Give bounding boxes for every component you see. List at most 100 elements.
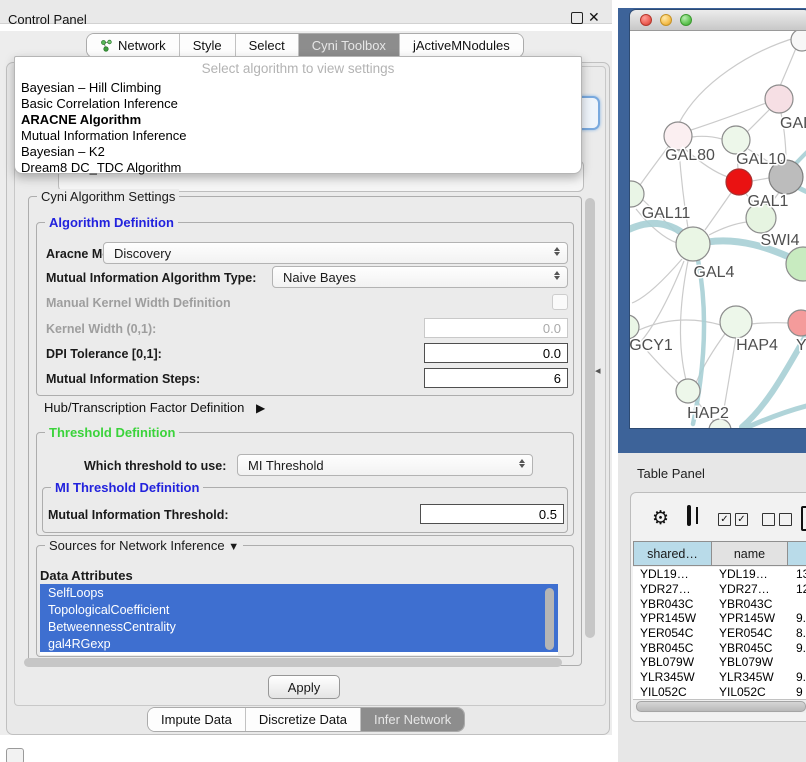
mi-type-combo[interactable]: Naive Bayes <box>272 266 568 288</box>
network-window-titlebar[interactable] <box>630 10 806 31</box>
node-green-clipped[interactable] <box>786 247 806 281</box>
table-hscrollbar-thumb[interactable] <box>636 701 806 712</box>
gear-icon[interactable]: ⚙ <box>652 509 669 528</box>
node-gal4[interactable] <box>676 227 710 261</box>
tab-discretize-data[interactable]: Discretize Data <box>246 708 361 731</box>
aracne-mode-combo[interactable]: Discovery <box>103 242 568 264</box>
settings-hscrollbar[interactable] <box>24 658 562 667</box>
minimize-traffic-light-icon[interactable] <box>660 14 672 26</box>
kernel-width-field[interactable]: 0.0 <box>424 318 568 338</box>
menu-item[interactable]: Basic Correlation Inference <box>21 95 575 111</box>
node-gal10[interactable] <box>722 126 750 154</box>
kernel-width-label: Kernel Width (0,1): <box>46 322 156 336</box>
menu-item[interactable]: Dream8 DC_TDC Algorithm <box>21 159 575 175</box>
dpi-tolerance-value: 0.0 <box>543 346 561 361</box>
settings-vscrollbar[interactable] <box>585 198 595 638</box>
bottom-tabbar: Impute Data Discretize Data Infer Networ… <box>147 707 465 732</box>
network-icon <box>100 39 113 52</box>
mi-steps-value: 6 <box>554 371 561 386</box>
control-panel-title: Control Panel <box>8 12 87 27</box>
node-hap2[interactable] <box>676 379 700 403</box>
table-body: YDL19… YDL19… 13 YDR27… YDR27… 12 YBR043… <box>633 567 806 699</box>
manual-kernel-checkbox[interactable] <box>552 294 568 310</box>
table-row[interactable]: YPR145W YPR145W 9. <box>633 611 806 626</box>
item-bayesian-hill-climbing: Bayesian – Hill Climbing <box>21 80 161 95</box>
node-gal-clipped[interactable] <box>765 85 793 113</box>
node-label: GAL <box>780 115 806 132</box>
node-gal1[interactable] <box>726 169 752 195</box>
table-hscrollbar-track[interactable] <box>633 699 806 713</box>
tab-style[interactable]: Style <box>180 34 236 57</box>
algorithm-dropdown: Select algorithm to view settings Bayesi… <box>14 56 582 174</box>
checked-checkbox-icon[interactable]: ✓ <box>718 513 731 526</box>
node[interactable] <box>791 31 806 51</box>
tab-jactivemnodules-label: jActiveMNodules <box>413 38 510 53</box>
menu-item[interactable]: Bayesian – K2 <box>21 143 575 159</box>
table-row[interactable]: YBL079W YBL079W <box>633 655 806 670</box>
column-header-shared[interactable]: shared… <box>633 541 712 566</box>
node-label: GAL1 <box>748 193 789 210</box>
mi-steps-field[interactable]: 6 <box>424 368 568 388</box>
mi-threshold-value: 0.5 <box>539 507 557 522</box>
node-group <box>630 31 806 428</box>
tab-cyni-toolbox[interactable]: Cyni Toolbox <box>299 34 400 57</box>
column-header-name[interactable]: name <box>711 541 788 566</box>
cell: 9. <box>788 611 806 625</box>
tab-jactivemnodules[interactable]: jActiveMNodules <box>400 34 523 57</box>
node-salmon[interactable] <box>788 310 806 336</box>
float-window-icon[interactable] <box>571 12 583 24</box>
cell: YER054C <box>633 626 712 640</box>
column-header-clipped[interactable] <box>787 541 806 566</box>
which-threshold-combo[interactable]: MI Threshold <box>237 454 533 476</box>
node-hap4[interactable] <box>720 306 752 338</box>
node-gal80[interactable] <box>664 122 692 150</box>
menu-item[interactable]: ARACNE Algorithm <box>21 111 575 127</box>
close-traffic-light-icon[interactable] <box>640 14 652 26</box>
dpi-tolerance-field[interactable]: 0.0 <box>424 343 568 363</box>
unchecked-checkbox-icon[interactable] <box>779 513 792 526</box>
list-item[interactable]: SelfLoops <box>40 584 558 601</box>
table-row[interactable]: YBR045C YBR045C 9. <box>633 640 806 655</box>
tab-network[interactable]: Network <box>87 34 180 57</box>
divider-arrow-icon[interactable]: ◂ <box>595 364 601 377</box>
cell: 12 <box>788 582 806 596</box>
node-gcy1[interactable] <box>630 315 639 339</box>
cell: YDR27… <box>633 582 712 596</box>
list-item[interactable]: gal4RGexp <box>40 635 558 652</box>
tab-impute-data[interactable]: Impute Data <box>148 708 246 731</box>
node-gal11[interactable] <box>630 181 644 207</box>
sources-group-title[interactable]: Sources for Network Inference ▼ <box>45 538 243 553</box>
zoom-traffic-light-icon[interactable] <box>680 14 692 26</box>
apply-button[interactable]: Apply <box>268 675 340 699</box>
split-columns-icon[interactable] <box>687 505 691 526</box>
tab-infer-network[interactable]: Infer Network <box>361 708 464 731</box>
table-row[interactable]: YDR27… YDR27… 12 <box>633 582 806 597</box>
document-icon[interactable] <box>801 506 806 531</box>
sources-title-label: Sources for Network Inference <box>49 538 225 553</box>
cell: 13 <box>788 567 806 581</box>
table-panel-title: Table Panel <box>637 466 705 481</box>
spinner-arrows-icon <box>554 271 560 280</box>
list-item[interactable]: BetweennessCentrality <box>40 618 558 635</box>
list-vscrollbar[interactable] <box>545 588 554 650</box>
unchecked-checkbox-icon[interactable] <box>762 513 775 526</box>
checked-checkbox-icon[interactable]: ✓ <box>735 513 748 526</box>
table-row[interactable]: YLR345W YLR345W 9. <box>633 670 806 685</box>
mi-threshold-field[interactable]: 0.5 <box>420 504 564 524</box>
close-icon[interactable]: ✕ <box>588 10 600 24</box>
table-row[interactable]: YIL052C YIL052C 9 <box>633 685 806 700</box>
table-row[interactable]: YER054C YER054C 8. <box>633 626 806 641</box>
hub-definition-toggle[interactable]: Hub/Transcription Factor Definition ▶ <box>44 400 265 415</box>
mi-type-label: Mutual Information Algorithm Type: <box>46 271 256 285</box>
cell: YDL19… <box>633 567 712 581</box>
menu-item[interactable]: Bayesian – Hill Climbing <box>21 79 575 95</box>
table-row[interactable]: YDL19… YDL19… 13 <box>633 567 806 582</box>
which-threshold-value: MI Threshold <box>248 458 324 473</box>
apply-button-label: Apply <box>288 680 321 695</box>
network-canvas[interactable]: GAL GAL80 GAL10 GAL1 GAL11 SWI4 GAL4 GCY… <box>630 31 806 428</box>
tab-select[interactable]: Select <box>236 34 299 57</box>
list-item[interactable]: TopologicalCoefficient <box>40 601 558 618</box>
menu-item[interactable]: Mutual Information Inference <box>21 127 575 143</box>
minimized-panel-icon[interactable] <box>6 748 24 762</box>
table-row[interactable]: YBR043C YBR043C <box>633 596 806 611</box>
